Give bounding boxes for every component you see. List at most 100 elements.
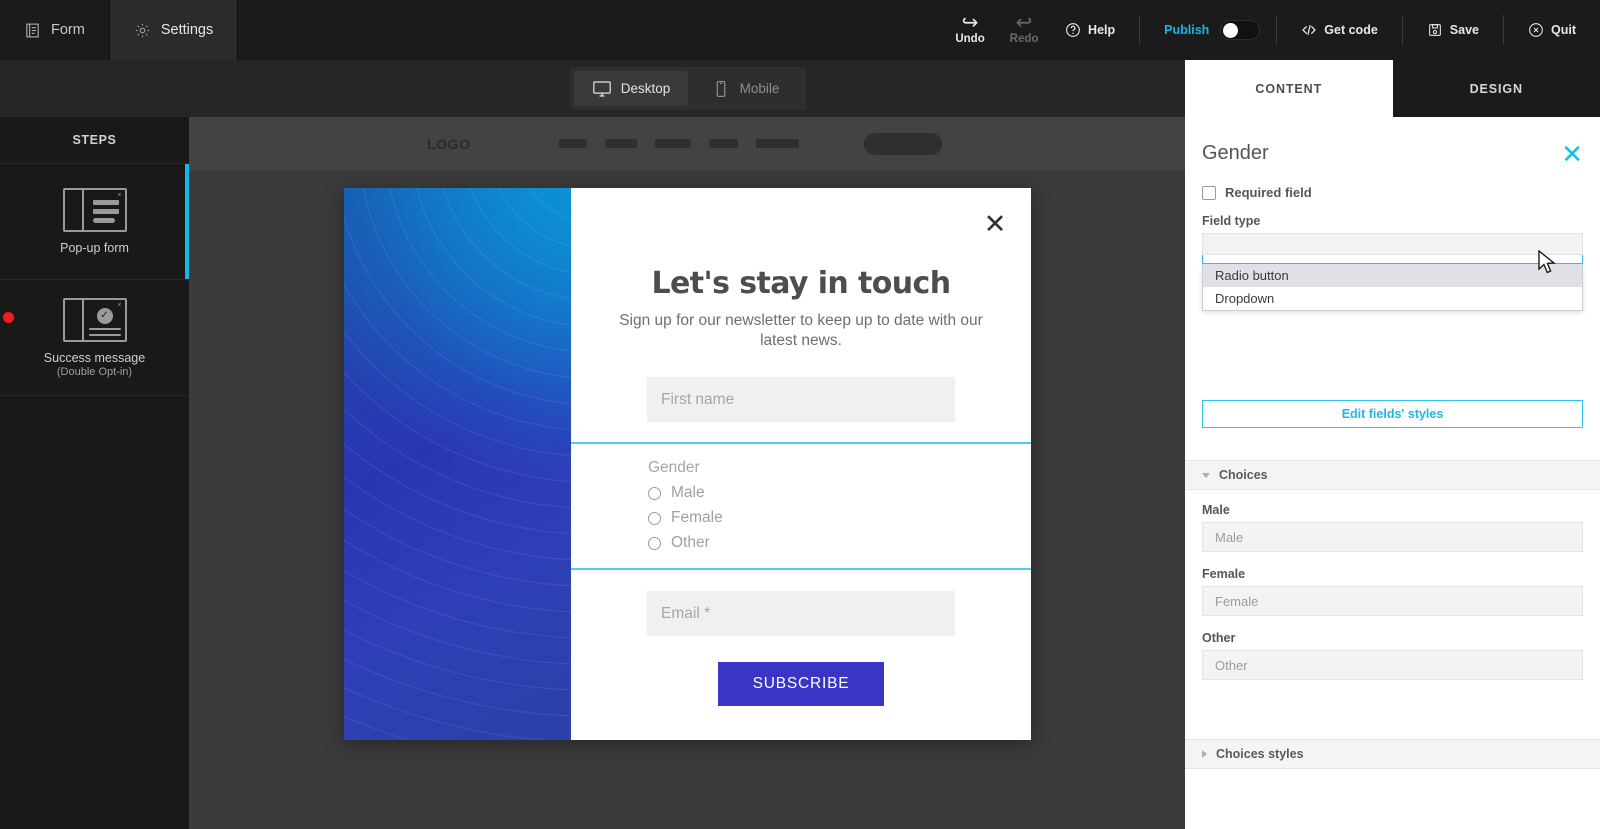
tab-content[interactable]: CONTENT [1185,60,1393,117]
radio-icon[interactable] [648,537,661,550]
choices-styles-section-header[interactable]: Choices styles [1185,739,1600,769]
popup-heading[interactable]: Let's stay in touch [571,266,1031,301]
gear-icon [134,22,151,39]
radio-icon[interactable] [648,512,661,525]
required-field-checkbox[interactable] [1202,186,1216,200]
sidebar-item-popup-form-label: Pop-up form [60,241,129,256]
publish-toggle-knob [1223,23,1238,38]
steps-title: STEPS [0,117,189,164]
undo-button[interactable]: ↪ Undo [943,0,997,60]
panel-tabs: CONTENT DESIGN [1185,60,1600,117]
choice-other-input[interactable]: Other [1202,650,1583,680]
choice-male-label: Male [1202,503,1583,517]
popup-image-panel[interactable] [344,188,571,740]
popup-first-name-input[interactable]: First name [647,377,955,422]
undo-label: Undo [955,33,984,45]
popup-gender-label: Gender [648,459,1031,477]
toolbar-left-tabs: Form Settings [0,0,238,60]
quit-button[interactable]: Quit [1514,0,1590,60]
popup-form-thumbnail-icon: × [63,188,127,232]
redo-button[interactable]: ↩ Redo [997,0,1051,60]
choice-female-input[interactable]: Female [1202,586,1583,616]
popup-email-input[interactable]: Email * [647,591,955,636]
code-icon [1301,22,1317,38]
quit-icon [1528,22,1544,38]
required-field-label: Required field [1225,185,1312,200]
popup-gender-field-selected[interactable]: Gender Male Female Other [571,442,1031,570]
choice-female: Female Female [1202,567,1583,616]
steps-sidebar: STEPS × Pop-up form × ✓ Success message … [0,117,189,829]
save-label: Save [1450,23,1479,37]
chevron-right-icon [1202,750,1207,758]
device-mobile-label: Mobile [740,81,780,96]
preview-canvas: LOGO ✕ Let's stay in touch Sign up for o… [189,117,1185,829]
tab-settings[interactable]: Settings [110,0,238,60]
image-rings-decoration [344,188,571,740]
popup-content-panel: ✕ Let's stay in touch Sign up for our ne… [571,188,1031,740]
field-type-label: Field type [1185,200,1600,228]
choice-female-label: Female [1202,567,1583,581]
toolbar-right-actions: ↪ Undo ↩ Redo Help Publish [943,0,1600,60]
field-type-option-radio-button[interactable]: Radio button [1203,264,1582,287]
field-type-secondary-placeholder [1202,233,1583,255]
properties-panel: CONTENT DESIGN Gender ✕ Required field F… [1185,60,1600,829]
app-root: Form Settings ↪ Undo ↩ Redo [0,0,1600,829]
popup-gender-option-other-label: Other [671,534,710,552]
toolbar-divider [1503,15,1504,45]
choice-other: Other Other [1202,631,1583,680]
popup-subscribe-button[interactable]: SUBSCRIBE [718,662,884,706]
choices-styles-section-label: Choices styles [1216,747,1304,761]
help-button[interactable]: Help [1051,0,1129,60]
popup-subheading[interactable]: Sign up for our newsletter to keep up to… [615,311,987,351]
mock-nav-item [559,139,587,148]
sidebar-item-success-message-label: Success message [44,351,145,366]
mock-site-logo: LOGO [427,136,471,152]
help-icon [1065,22,1081,38]
radio-icon[interactable] [648,487,661,500]
redo-label: Redo [1010,33,1039,45]
publish-label: Publish [1164,23,1209,37]
popup-gender-option-other[interactable]: Other [648,534,1031,552]
device-desktop-button[interactable]: Desktop [574,71,688,106]
tab-form-label: Form [51,22,85,38]
publish-control[interactable]: Publish [1150,0,1266,60]
tab-form[interactable]: Form [0,0,110,60]
popup-form-preview: ✕ Let's stay in touch Sign up for our ne… [344,188,1031,740]
tab-settings-label: Settings [161,22,213,38]
toolbar-spacer [238,0,943,60]
field-type-option-dropdown[interactable]: Dropdown [1203,287,1582,310]
mock-nav-item [756,139,799,148]
required-field-row[interactable]: Required field [1185,165,1600,200]
popup-gender-option-female-label: Female [671,509,723,527]
toolbar-divider [1139,15,1140,45]
sidebar-item-success-message-sublabel: (Double Opt-in) [57,366,132,378]
form-icon [24,22,41,39]
mock-nav-item [655,139,691,148]
toolbar-divider [1276,15,1277,45]
sidebar-item-success-message[interactable]: × ✓ Success message (Double Opt-in) [0,280,189,396]
choice-male-input[interactable]: Male [1202,522,1583,552]
panel-title: Gender [1202,142,1269,165]
save-button[interactable]: Save [1413,0,1493,60]
popup-gender-option-female[interactable]: Female [648,509,1031,527]
redo-arrow-icon: ↩ [1016,15,1033,31]
status-dot-badge [3,312,14,323]
device-mobile-button[interactable]: Mobile [688,71,802,106]
choice-male: Male Male [1202,503,1583,552]
publish-toggle[interactable] [1220,20,1260,40]
tab-design[interactable]: DESIGN [1393,60,1600,117]
panel-close-icon[interactable]: ✕ [1561,143,1583,165]
edit-fields-styles-button[interactable]: Edit fields' styles [1202,400,1583,428]
device-switcher: Desktop Mobile [570,67,806,110]
mock-site-nav [559,139,799,148]
choices-section-header[interactable]: Choices [1185,460,1600,490]
popup-gender-option-male-label: Male [671,484,705,502]
mock-nav-item [605,139,637,148]
sidebar-item-popup-form[interactable]: × Pop-up form [0,164,189,280]
quit-label: Quit [1551,23,1576,37]
toolbar-divider [1402,15,1403,45]
popup-close-icon[interactable]: ✕ [981,210,1009,238]
popup-gender-option-male[interactable]: Male [648,484,1031,502]
mock-site-header: LOGO [189,117,1185,170]
get-code-button[interactable]: Get code [1287,0,1392,60]
